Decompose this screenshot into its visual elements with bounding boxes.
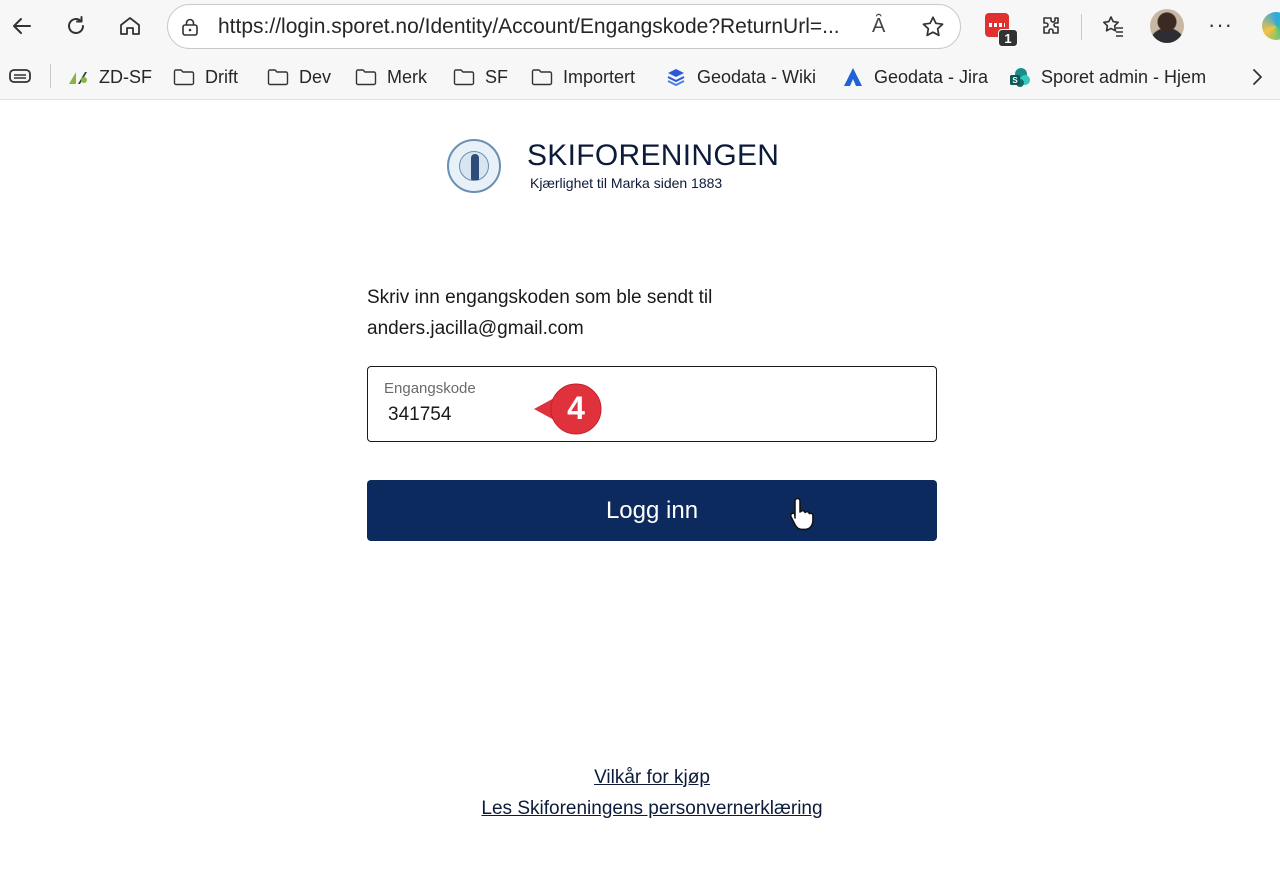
favorite-zd-sf[interactable]: ZD-SF [67, 64, 152, 90]
folder-icon [267, 69, 289, 86]
folder-icon [355, 69, 377, 86]
footer-links: Vilkår for kjøp Les Skiforeningens perso… [367, 762, 937, 824]
favorite-merk[interactable]: Merk [355, 64, 427, 90]
favorite-label: Geodata - Wiki [697, 66, 817, 87]
step-number: 4 [567, 390, 585, 426]
refresh-icon[interactable] [58, 8, 94, 44]
favorites-divider [50, 64, 51, 88]
favorite-drift[interactable]: Drift [173, 64, 238, 90]
favorite-sporet-admin[interactable]: S Sporet admin - Hjem [1009, 64, 1206, 90]
zendesk-icon [69, 72, 87, 84]
favorite-label: Merk [387, 66, 427, 87]
favorite-label: Dev [299, 66, 332, 87]
skiforeningen-seal-icon [447, 139, 501, 193]
favorite-label: SF [485, 66, 509, 87]
hand-cursor-icon [790, 498, 814, 531]
url-text[interactable]: https://login.sporet.no/Identity/Account… [218, 15, 838, 39]
instruction-text: Skriv inn engangskoden som ble sendt til [367, 287, 713, 308]
favorite-dev[interactable]: Dev [267, 64, 331, 90]
folder-icon [173, 69, 195, 86]
favorite-importert[interactable]: Importert [531, 64, 635, 90]
more-menu-icon[interactable]: ··· [1208, 12, 1233, 38]
collections-icon[interactable] [8, 66, 32, 86]
brand-logo[interactable]: SKIFORENINGEN Kjærlighet til Marka siden… [447, 139, 780, 199]
favorite-label: Drift [205, 66, 238, 87]
home-icon[interactable] [112, 8, 148, 44]
otp-field-label: Engangskode [384, 380, 476, 397]
lock-icon[interactable] [180, 17, 200, 37]
extensions-puzzle-icon[interactable] [1033, 8, 1069, 44]
chevron-right-icon[interactable] [1249, 68, 1265, 86]
back-icon[interactable] [4, 8, 40, 44]
privacy-link[interactable]: Les Skiforeningens personvernerklæring [367, 793, 937, 824]
favorites-icon[interactable] [1095, 8, 1131, 44]
brand-name: SKIFORENINGEN [527, 139, 780, 172]
extension-badge: 1 [998, 29, 1018, 47]
profile-avatar[interactable] [1150, 9, 1184, 43]
login-button[interactable]: Logg inn [367, 480, 937, 541]
terms-link[interactable]: Vilkår for kjøp [367, 762, 937, 793]
otp-field[interactable]: Engangskode [367, 366, 937, 442]
favorite-star-icon[interactable] [920, 14, 946, 40]
brand-tagline: Kjærlighet til Marka siden 1883 [530, 175, 723, 191]
sharepoint-icon: S [1010, 68, 1030, 87]
folder-icon [453, 69, 475, 86]
folder-icon [531, 69, 553, 86]
copilot-icon[interactable] [1262, 12, 1280, 40]
favorite-geodata-jira[interactable]: Geodata - Jira [842, 64, 988, 90]
address-bar[interactable]: https://login.sporet.no/Identity/Account… [167, 4, 961, 49]
read-aloud-icon[interactable]: Ȃ [872, 15, 885, 38]
browser-toolbar: https://login.sporet.no/Identity/Account… [0, 0, 1280, 54]
toolbar-divider [1081, 14, 1082, 40]
confluence-icon [667, 69, 685, 87]
otp-instruction: Skriv inn engangskoden som ble sendt til… [367, 282, 937, 344]
recipient-email: anders.jacilla@gmail.com [367, 318, 584, 339]
favorite-sf[interactable]: SF [453, 64, 508, 90]
favorite-label: Geodata - Jira [874, 66, 989, 87]
jira-icon [844, 68, 862, 86]
favorite-label: Importert [563, 66, 636, 87]
svg-text:S: S [1012, 76, 1018, 85]
favorite-label: ZD-SF [99, 66, 152, 87]
favorite-geodata-wiki[interactable]: Geodata - Wiki [665, 64, 816, 90]
favorite-label: Sporet admin - Hjem [1041, 66, 1207, 87]
